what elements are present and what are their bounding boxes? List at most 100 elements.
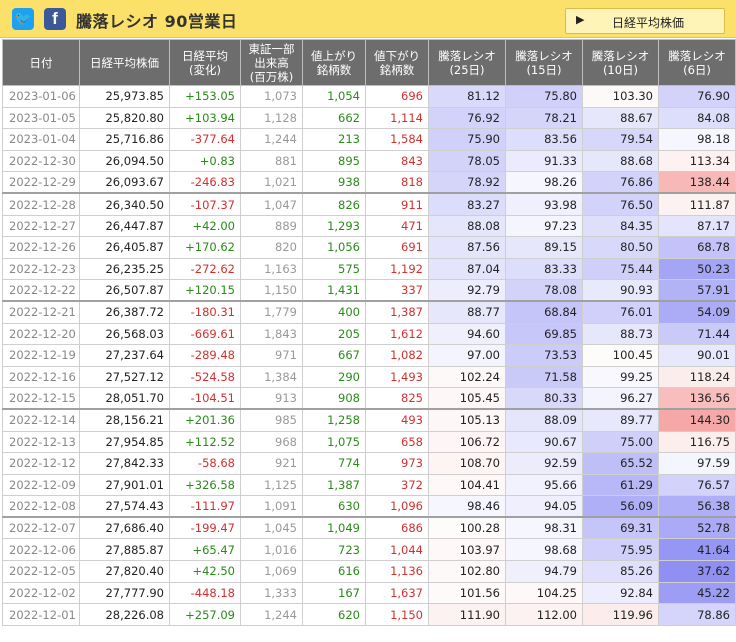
date-cell: 2022-12-07 xyxy=(2,516,80,540)
decliners-cell: 1,612 xyxy=(365,322,429,346)
volume-cell: 971 xyxy=(240,344,303,367)
ratio10-cell: 92.84 xyxy=(582,581,659,605)
ratio25-cell: 101.56 xyxy=(428,581,506,605)
ratio10-cell: 65.52 xyxy=(582,452,659,475)
decliners-cell: 696 xyxy=(365,85,429,108)
ratio10-cell: 56.09 xyxy=(582,495,659,518)
decliners-cell: 691 xyxy=(365,236,429,259)
date-cell: 2022-12-29 xyxy=(2,171,80,194)
volume-cell: 1,843 xyxy=(240,322,303,346)
ratio10-cell: 99.25 xyxy=(582,365,659,389)
advancers-cell: 908 xyxy=(302,387,366,410)
date-cell: 2022-12-02 xyxy=(2,581,80,605)
date-cell: 2022-12-22 xyxy=(2,279,80,302)
index-cell: 26,447.87 xyxy=(79,214,170,238)
ratio6-cell: 90.01 xyxy=(658,344,736,367)
date-cell: 2023-01-05 xyxy=(2,106,80,130)
ratio10-cell: 76.86 xyxy=(582,171,659,194)
ratio6-cell: 52.78 xyxy=(658,516,736,540)
ratio15-cell: 83.56 xyxy=(505,128,583,151)
facebook-icon[interactable]: f xyxy=(44,8,66,30)
date-cell: 2022-12-16 xyxy=(2,365,80,389)
advancers-cell: 662 xyxy=(302,106,366,130)
ratio25-cell: 106.72 xyxy=(428,430,506,454)
index-cell: 26,235.25 xyxy=(79,257,170,281)
date-cell: 2022-12-14 xyxy=(2,408,80,432)
page-title: 騰落レシオ 90営業日 xyxy=(76,12,238,31)
column-header: 騰落レシオ (10日) xyxy=(582,39,659,86)
advancers-cell: 723 xyxy=(302,538,366,562)
ratio25-cell: 87.04 xyxy=(428,257,506,281)
twitter-icon[interactable]: 🐦 xyxy=(12,8,34,30)
ratio15-cell: 89.15 xyxy=(505,236,583,259)
decliners-cell: 1,044 xyxy=(365,538,429,562)
column-header: 騰落レシオ (15日) xyxy=(505,39,583,86)
decliners-cell: 1,192 xyxy=(365,257,429,281)
decliners-cell: 372 xyxy=(365,473,429,497)
column-header-line: 日経平均株価 xyxy=(90,55,159,70)
ratio10-cell: 85.26 xyxy=(582,560,659,583)
table-body: 2023-01-06 25,973.85 +153.05 1,073 1,054 696 8… xyxy=(2,85,736,626)
column-header-line: 日付 xyxy=(29,55,53,70)
decliners-cell: 1,096 xyxy=(365,495,429,518)
decliners-cell: 843 xyxy=(365,149,429,173)
change-cell: +42.50 xyxy=(169,560,241,583)
ratio25-cell: 111.90 xyxy=(428,603,506,626)
ratio6-cell: 56.38 xyxy=(658,495,736,518)
ratio6-cell: 54.09 xyxy=(658,300,736,324)
decliners-cell: 1,082 xyxy=(365,344,429,367)
ratio15-cell: 80.33 xyxy=(505,387,583,410)
table-row: 2022-12-05 27,820.40 +42.50 1,069 616 1,136 10… xyxy=(2,560,736,583)
date-cell: 2022-12-27 xyxy=(2,214,80,238)
advancers-cell: 895 xyxy=(302,149,366,173)
date-cell: 2022-12-01 xyxy=(2,603,80,626)
change-cell: -199.47 xyxy=(169,516,241,540)
date-cell: 2022-12-28 xyxy=(2,192,80,216)
date-cell: 2022-12-08 xyxy=(2,495,80,518)
index-cell: 27,954.85 xyxy=(79,430,170,454)
ratio10-cell: 88.68 xyxy=(582,149,659,173)
advancers-cell: 1,049 xyxy=(302,516,366,540)
ratio15-cell: 73.53 xyxy=(505,344,583,367)
decliners-cell: 825 xyxy=(365,387,429,410)
nikkei-average-button[interactable]: ▶ 日経平均株価 xyxy=(565,8,725,34)
volume-cell: 968 xyxy=(240,430,303,454)
ratio25-cell: 104.41 xyxy=(428,473,506,497)
ratio25-cell: 92.79 xyxy=(428,279,506,302)
table-row: 2022-12-14 28,156.21 +201.36 985 1,258 493 105… xyxy=(2,408,736,432)
advancers-cell: 1,387 xyxy=(302,473,366,497)
ratio15-cell: 75.80 xyxy=(505,85,583,108)
ratio15-cell: 98.68 xyxy=(505,538,583,562)
table-row: 2022-12-12 27,842.33 -58.68 921 774 973 108.70… xyxy=(2,452,736,475)
ratio10-cell: 79.54 xyxy=(582,128,659,151)
decliners-cell: 911 xyxy=(365,192,429,216)
ratio10-cell: 75.00 xyxy=(582,430,659,454)
ratio10-cell: 61.29 xyxy=(582,473,659,497)
advancers-cell: 938 xyxy=(302,171,366,194)
index-cell: 25,716.86 xyxy=(79,128,170,151)
advancers-cell: 400 xyxy=(302,300,366,324)
ratio15-cell: 98.31 xyxy=(505,516,583,540)
change-cell: +326.58 xyxy=(169,473,241,497)
ratio15-cell: 83.33 xyxy=(505,257,583,281)
date-cell: 2022-12-09 xyxy=(2,473,80,497)
top-bar: 🐦 f 騰落レシオ 90営業日 ▶ 日経平均株価 xyxy=(0,0,736,38)
advancers-cell: 630 xyxy=(302,495,366,518)
change-cell: +42.00 xyxy=(169,214,241,238)
index-cell: 26,507.87 xyxy=(79,279,170,302)
ratio15-cell: 95.66 xyxy=(505,473,583,497)
date-cell: 2022-12-05 xyxy=(2,560,80,583)
index-cell: 27,820.40 xyxy=(79,560,170,583)
change-cell: -448.18 xyxy=(169,581,241,605)
volume-cell: 1,125 xyxy=(240,473,303,497)
advancers-cell: 1,075 xyxy=(302,430,366,454)
change-cell: +103.94 xyxy=(169,106,241,130)
decliners-cell: 1,136 xyxy=(365,560,429,583)
advancers-cell: 1,431 xyxy=(302,279,366,302)
change-cell: +153.05 xyxy=(169,85,241,108)
decliners-cell: 658 xyxy=(365,430,429,454)
date-cell: 2022-12-12 xyxy=(2,452,80,475)
table-row: 2022-12-08 27,574.43 -111.97 1,091 630 1,096 9… xyxy=(2,495,736,518)
change-cell: +201.36 xyxy=(169,408,241,432)
ratio25-cell: 103.97 xyxy=(428,538,506,562)
